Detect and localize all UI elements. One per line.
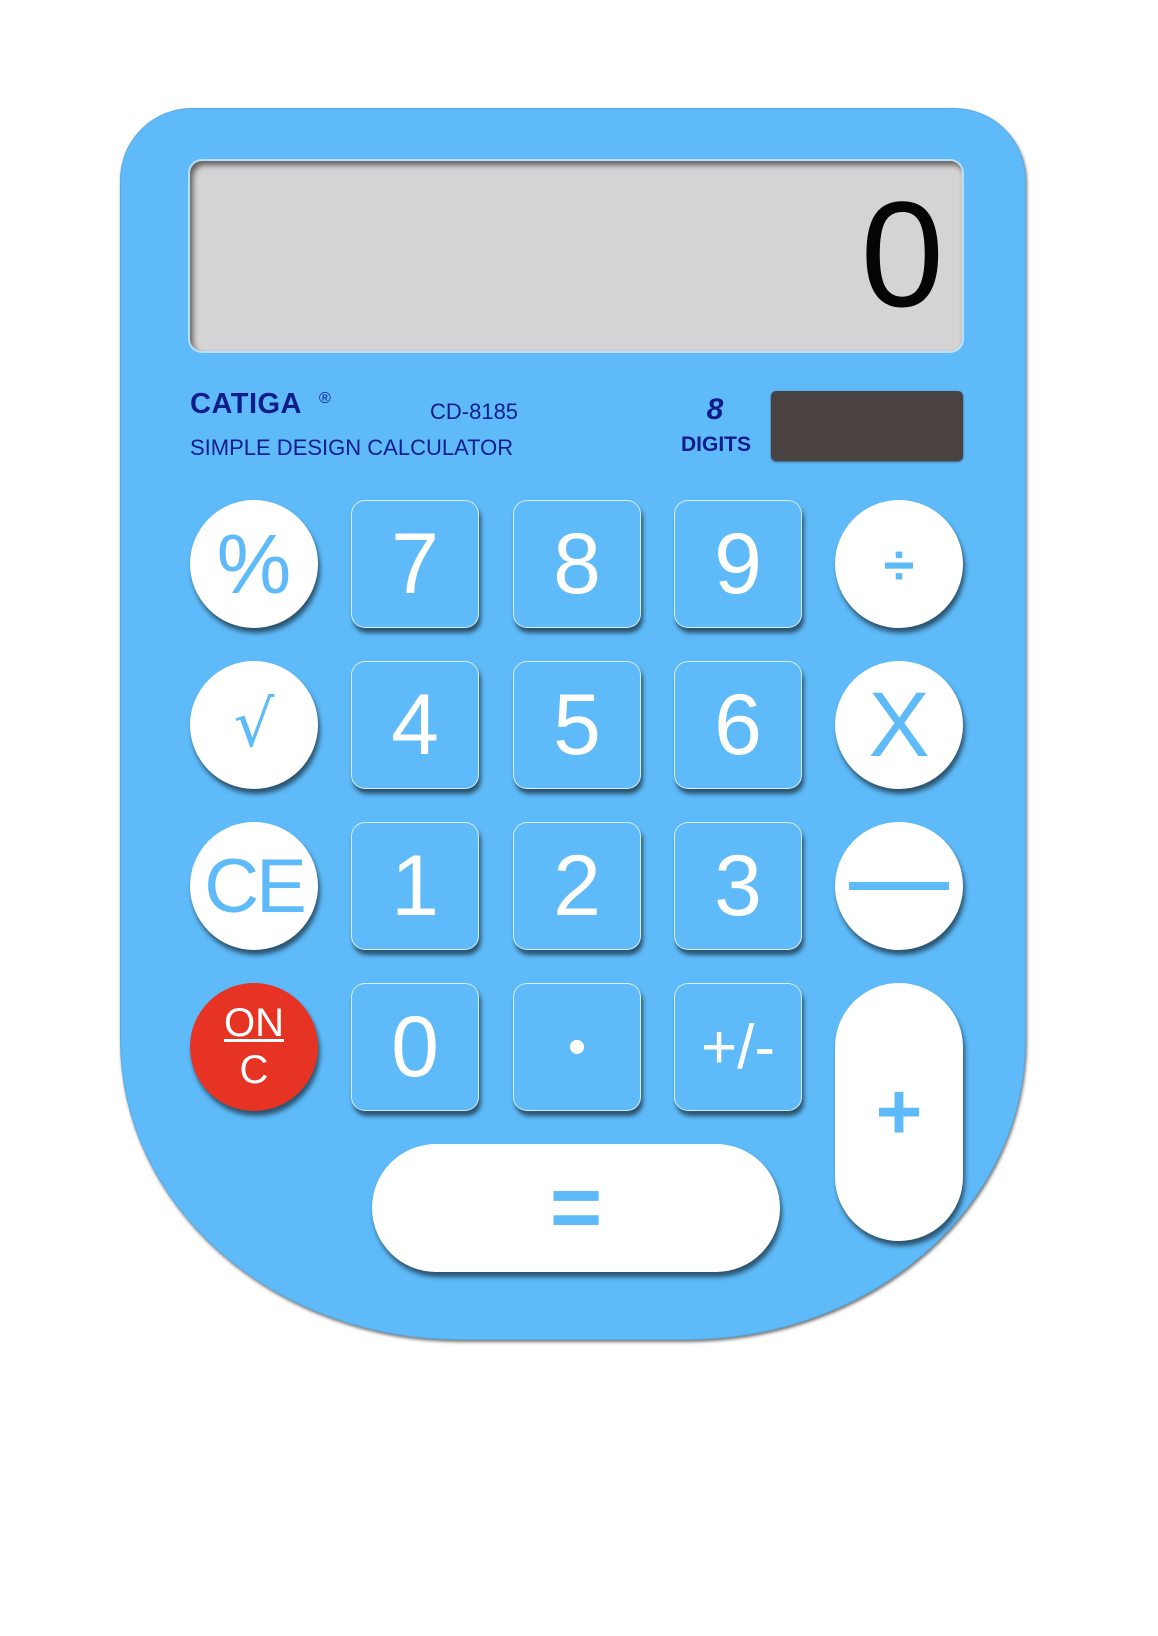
key-2-label: 2 (553, 837, 601, 934)
divide-icon: ÷ (883, 532, 915, 596)
ce-label: CE (204, 843, 307, 929)
key-8-label: 8 (553, 515, 601, 612)
brand-name: CATIGA (190, 388, 303, 420)
display-screen: 0 (190, 161, 962, 351)
clear-label: C (239, 1048, 269, 1092)
key-1-label: 1 (391, 837, 439, 934)
divide-button[interactable]: ÷ (835, 500, 963, 628)
decimal-icon: • (567, 1018, 587, 1076)
key-0-label: 0 (391, 998, 439, 1095)
model-number: CD-8185 (430, 399, 519, 424)
key-7-button[interactable]: 7 (351, 500, 479, 628)
key-9-button[interactable]: 9 (674, 500, 802, 628)
multiply-button[interactable]: X (835, 661, 963, 789)
square-root-button[interactable]: √ (190, 661, 318, 789)
minus-icon (849, 882, 949, 890)
key-1-button[interactable]: 1 (351, 822, 479, 950)
key-8-button[interactable]: 8 (513, 500, 641, 628)
key-0-button[interactable]: 0 (351, 983, 479, 1111)
key-7-label: 7 (391, 515, 439, 612)
key-6-label: 6 (714, 676, 762, 773)
minus-button[interactable] (835, 822, 963, 950)
on-clear-button[interactable]: ON C (190, 983, 318, 1111)
key-9-label: 9 (714, 515, 762, 612)
ce-button[interactable]: CE (190, 822, 318, 950)
percent-label: % (216, 516, 292, 611)
plus-minus-button[interactable]: +/- (674, 983, 802, 1111)
plus-button[interactable]: + (835, 983, 963, 1241)
key-4-label: 4 (391, 676, 439, 773)
key-4-button[interactable]: 4 (351, 661, 479, 789)
equals-button[interactable]: = (372, 1144, 780, 1272)
square-root-icon: √ (233, 688, 275, 762)
subtitle: SIMPLE DESIGN CALCULATOR (190, 435, 514, 460)
decimal-button[interactable]: • (513, 983, 641, 1111)
key-6-button[interactable]: 6 (674, 661, 802, 789)
digits-count: 8 (706, 393, 724, 426)
key-5-button[interactable]: 5 (513, 661, 641, 789)
display-value: 0 (860, 170, 944, 338)
plus-icon: + (875, 1067, 923, 1156)
key-3-button[interactable]: 3 (674, 822, 802, 950)
key-2-button[interactable]: 2 (513, 822, 641, 950)
key-3-label: 3 (714, 837, 762, 934)
percent-button[interactable]: % (190, 500, 318, 628)
registered-mark: ® (319, 390, 331, 407)
key-5-label: 5 (553, 676, 601, 773)
on-label: ON (224, 1001, 284, 1045)
digits-label: DIGITS (680, 433, 751, 456)
multiply-icon: X (868, 673, 930, 776)
solar-panel (771, 391, 963, 461)
equals-icon: = (549, 1157, 603, 1258)
plus-minus-label: +/- (700, 1012, 776, 1082)
